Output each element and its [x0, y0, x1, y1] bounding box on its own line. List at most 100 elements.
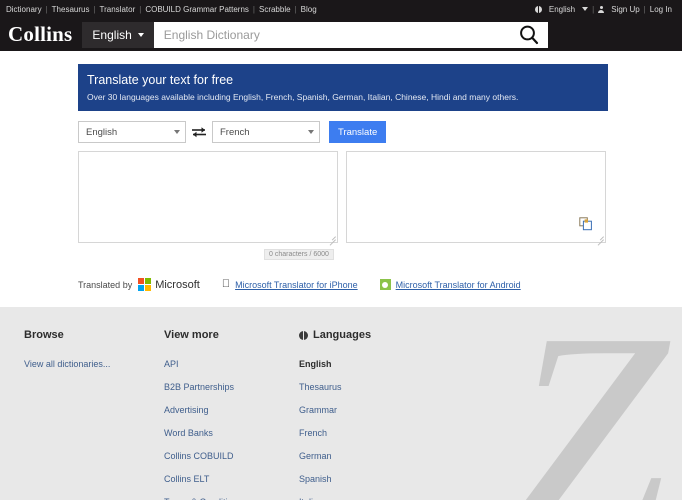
android-app-label[interactable]: Microsoft Translator for Android	[396, 280, 521, 290]
footer-list-languages: English Thesaurus Grammar French German …	[299, 354, 439, 500]
character-counter: 0 characters / 6000	[264, 249, 334, 260]
dictionary-language-selector[interactable]: English	[82, 22, 153, 48]
language-switcher[interactable]: English	[545, 5, 579, 14]
list-item: Grammar	[299, 400, 439, 418]
footer-heading-text: View more	[164, 329, 219, 341]
target-language-value: French	[220, 127, 250, 138]
site-footer: Z Browse View all dictionaries... View m…	[0, 307, 682, 500]
list-item: Word Banks	[164, 423, 299, 441]
footer-link-french[interactable]: French	[299, 428, 327, 438]
resize-handle[interactable]	[327, 232, 336, 241]
separator: |	[592, 5, 594, 14]
footer-link-word-banks[interactable]: Word Banks	[164, 428, 213, 438]
footer-column-view-more: View more API B2B Partnerships Advertisi…	[164, 329, 299, 500]
list-item: B2B Partnerships	[164, 377, 299, 395]
copy-icon[interactable]	[579, 217, 593, 236]
site-header: Collins English	[0, 18, 682, 51]
list-item: French	[299, 423, 439, 441]
chevron-down-icon	[308, 130, 314, 134]
utility-bar: Dictionary| Thesaurus| Translator| COBUI…	[0, 0, 682, 18]
target-language-select[interactable]: French	[212, 121, 320, 143]
list-item: View all dictionaries...	[24, 354, 164, 372]
footer-heading-view-more: View more	[164, 329, 299, 341]
translation-boxes	[78, 151, 608, 243]
footer-link-spanish[interactable]: Spanish	[299, 474, 332, 484]
banner-subtitle: Over 30 languages available including En…	[87, 92, 599, 102]
android-icon	[380, 279, 391, 290]
apple-icon: 	[222, 279, 230, 290]
resize-handle[interactable]	[595, 232, 604, 241]
footer-link-collins-cobuild[interactable]: Collins COBUILD	[164, 451, 234, 461]
globe-icon	[299, 331, 308, 340]
chevron-down-icon	[582, 7, 588, 11]
footer-heading-browse: Browse	[24, 329, 164, 341]
footer-link-english[interactable]: English	[299, 359, 332, 369]
main-content: Translate your text for free Over 30 lan…	[0, 51, 682, 291]
chevron-down-icon	[138, 33, 144, 37]
attribution-label: Translated by	[78, 280, 132, 290]
footer-column-browse: Browse View all dictionaries...	[24, 329, 164, 500]
microsoft-logo-icon	[138, 278, 151, 291]
footer-link-advertising[interactable]: Advertising	[164, 405, 209, 415]
translate-button[interactable]: Translate	[329, 121, 386, 143]
android-app-link[interactable]: Microsoft Translator for Android	[380, 279, 521, 290]
footer-link-api[interactable]: API	[164, 359, 179, 369]
footer-heading-text: Browse	[24, 329, 64, 341]
sign-up-link[interactable]: Sign Up	[607, 5, 643, 14]
iphone-app-link[interactable]:  Microsoft Translator for iPhone	[222, 279, 358, 290]
list-item: Thesaurus	[299, 377, 439, 395]
search-icon	[518, 24, 540, 46]
list-item: Terms & Conditions	[164, 492, 299, 500]
list-item: Italian	[299, 492, 439, 500]
list-item: German	[299, 446, 439, 464]
list-item: Collins ELT	[164, 469, 299, 487]
footer-link-thesaurus[interactable]: Thesaurus	[299, 382, 342, 392]
search-input[interactable]	[164, 28, 516, 42]
list-item: Spanish	[299, 469, 439, 487]
list-item: Collins COBUILD	[164, 446, 299, 464]
swap-languages-button[interactable]	[186, 121, 212, 143]
footer-link-german[interactable]: German	[299, 451, 332, 461]
source-language-select[interactable]: English	[78, 121, 186, 143]
source-text-area[interactable]	[78, 151, 338, 243]
footer-heading-languages: Languages	[299, 329, 439, 341]
footer-list-browse: View all dictionaries...	[24, 354, 164, 372]
banner-title: Translate your text for free	[87, 72, 599, 88]
utility-bar-account: English | Sign Up | Log In	[535, 5, 676, 14]
translator-controls: English French Translate	[78, 121, 608, 143]
translate-banner: Translate your text for free Over 30 lan…	[78, 64, 608, 111]
translation-attribution: Translated by Microsoft  Microsoft Tran…	[78, 278, 608, 291]
collins-logo[interactable]: Collins	[8, 22, 72, 47]
swap-arrows-icon	[191, 126, 207, 138]
translator-panel: Translate your text for free Over 30 lan…	[78, 64, 608, 291]
footer-link-b2b-partnerships[interactable]: B2B Partnerships	[164, 382, 234, 392]
list-item: English	[299, 354, 439, 372]
footer-column-languages: Languages English Thesaurus Grammar Fren…	[299, 329, 439, 500]
utility-link-blog[interactable]: Blog	[297, 5, 321, 14]
utility-link-thesaurus[interactable]: Thesaurus	[48, 5, 94, 14]
footer-heading-text: Languages	[313, 329, 371, 341]
utility-link-cobuild-grammar-patterns[interactable]: COBUILD Grammar Patterns	[141, 5, 253, 14]
utility-link-dictionary[interactable]: Dictionary	[2, 5, 46, 14]
footer-columns: Browse View all dictionaries... View mor…	[0, 307, 682, 500]
attribution-provider: Microsoft	[155, 279, 200, 291]
person-icon	[598, 6, 604, 13]
search-button[interactable]	[516, 24, 542, 46]
footer-link-view-all-dictionaries[interactable]: View all dictionaries...	[24, 359, 110, 369]
utility-bar-links: Dictionary| Thesaurus| Translator| COBUI…	[2, 5, 321, 14]
footer-list-view-more: API B2B Partnerships Advertising Word Ba…	[164, 354, 299, 500]
dictionary-language-label: English	[92, 28, 131, 42]
list-item: API	[164, 354, 299, 372]
utility-link-translator[interactable]: Translator	[96, 5, 140, 14]
globe-icon	[535, 6, 542, 13]
source-language-value: English	[86, 127, 117, 138]
search-bar	[154, 22, 548, 48]
utility-link-scrabble[interactable]: Scrabble	[255, 5, 295, 14]
footer-link-grammar[interactable]: Grammar	[299, 405, 337, 415]
footer-link-collins-elt[interactable]: Collins ELT	[164, 474, 209, 484]
iphone-app-label[interactable]: Microsoft Translator for iPhone	[235, 280, 358, 290]
chevron-down-icon	[174, 130, 180, 134]
list-item: Advertising	[164, 400, 299, 418]
target-text-area[interactable]	[346, 151, 606, 243]
log-in-link[interactable]: Log In	[646, 5, 676, 14]
